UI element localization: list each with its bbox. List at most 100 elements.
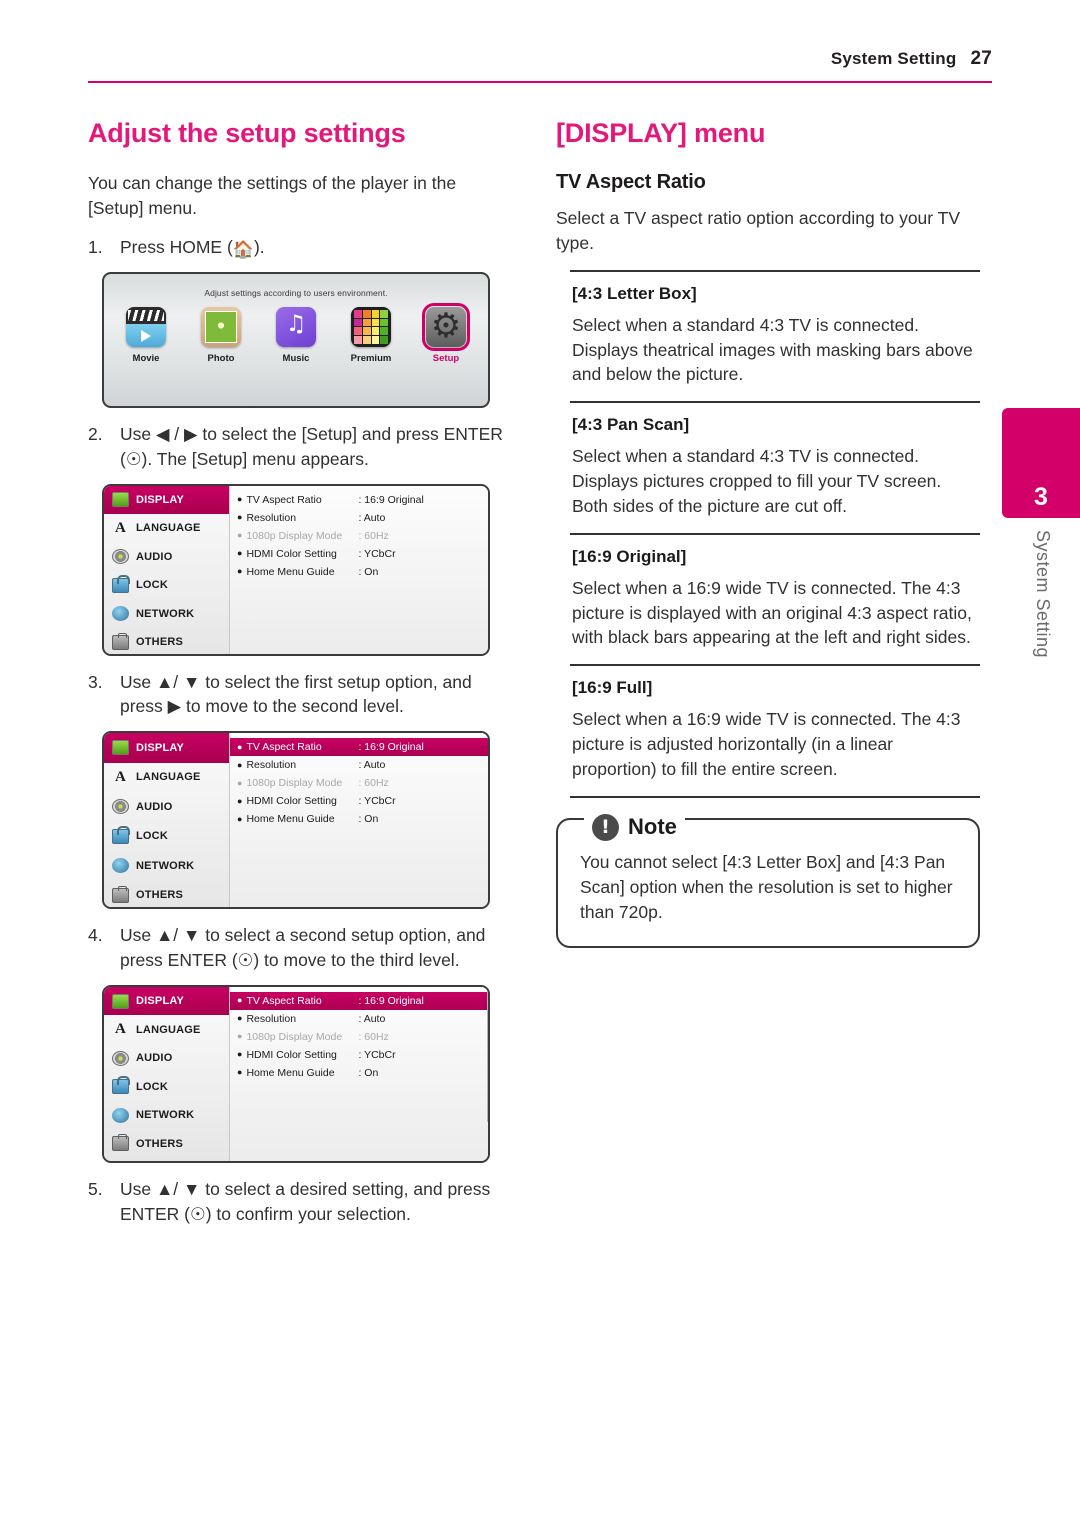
bullet-icon: ●	[237, 1067, 243, 1078]
term-divider	[570, 532, 980, 535]
sidebar-item-audio[interactable]: AUDIO	[104, 543, 229, 572]
option-label: Resolution	[246, 759, 297, 772]
option-row-hdmi-color-setting[interactable]: ● HDMI Color Setting : YCbCr	[230, 545, 488, 563]
network-icon	[112, 858, 129, 874]
sidebar-item-network-label: NETWORK	[136, 607, 195, 620]
display-icon	[112, 492, 129, 508]
sidebar-item-display[interactable]: DISPLAY	[104, 733, 229, 763]
option-intro-text: Select a TV aspect ratio option accordin…	[556, 208, 961, 253]
option-row-hdmi-color-setting[interactable]: ● HDMI Color Setting : YCbCr	[230, 1046, 488, 1064]
option-row-tv-aspect-ratio[interactable]: ● TV Aspect Ratio : 16:9 Original	[230, 738, 488, 757]
sidebar-item-others-label: OTHERS	[136, 889, 184, 902]
left-intro-text: You can change the settings of the playe…	[88, 173, 457, 218]
term-4-3-pan-scan-body: Select when a standard 4:3 TV is connect…	[572, 446, 942, 516]
option-value: : On	[358, 1066, 379, 1079]
step-5: 5. Use ▲/ ▼ to select a desired setting,…	[88, 1177, 508, 1227]
option-value: : 16:9 Original	[358, 741, 424, 754]
bullet-icon: ●	[237, 530, 243, 540]
option-label: TV Aspect Ratio	[246, 994, 322, 1007]
option-value: : 60Hz	[358, 1030, 389, 1043]
setup-menu-screenshot-level3: DISPLAY A LANGUAGE AUDIO LOCK NETWORK OT…	[102, 984, 490, 1163]
home-item-setup[interactable]: Setup	[418, 302, 474, 364]
sidebar-item-network-label: NETWORK	[136, 859, 195, 872]
option-row-resolution[interactable]: ● Resolution : Auto	[230, 756, 488, 774]
bullet-icon: ●	[237, 548, 243, 558]
option-value: : 16:9 Original	[358, 493, 424, 506]
option-value: : 16:9 Original	[358, 994, 424, 1007]
sidebar-item-network[interactable]: NETWORK	[104, 851, 229, 881]
setup-menu-screenshot-level1: DISPLAY A LANGUAGE AUDIO LOCK NETWORK OT…	[102, 483, 490, 656]
step-2: 2. Use ◀ / ▶ to select the [Setup] and p…	[88, 422, 508, 472]
chapter-label: System Setting	[1033, 530, 1053, 659]
sidebar-item-display[interactable]: DISPLAY	[104, 485, 229, 514]
option-row-tv-aspect-ratio[interactable]: ● TV Aspect Ratio : 16:9 Original	[230, 491, 488, 509]
language-icon: A	[114, 519, 127, 536]
step-4: 4. Use ▲/ ▼ to select a second setup opt…	[88, 923, 508, 973]
term-16-9-full: [16:9 Full]	[572, 678, 653, 698]
home-item-movie[interactable]: Movie	[118, 306, 174, 364]
home-item-music[interactable]: Music	[268, 306, 324, 364]
language-icon: A	[114, 768, 127, 785]
option-value: : YCbCr	[358, 547, 396, 560]
sidebar-item-audio[interactable]: AUDIO	[104, 792, 229, 822]
home-button-icon: 🏠	[232, 239, 254, 260]
sidebar-item-language-label: LANGUAGE	[136, 771, 201, 784]
sidebar-item-lock-label: LOCK	[136, 1080, 168, 1093]
step-2-text: Use ◀ / ▶ to select the [Setup] and pres…	[120, 423, 503, 469]
header-running-title: System Setting 27	[88, 48, 992, 70]
sidebar-item-others[interactable]: OTHERS	[104, 1129, 229, 1158]
sidebar-item-others[interactable]: OTHERS	[104, 881, 229, 908]
option-row-tv-aspect-ratio[interactable]: ● TV Aspect Ratio : 16:9 Original	[230, 991, 488, 1010]
sidebar-item-display[interactable]: DISPLAY	[104, 986, 229, 1016]
lock-icon	[112, 825, 130, 844]
option-row-home-menu-guide[interactable]: ● Home Menu Guide : On	[230, 810, 488, 828]
sidebar-item-network-label: NETWORK	[136, 1109, 195, 1122]
sidebar-item-audio-label: AUDIO	[136, 800, 173, 813]
term-16-9-full-body: Select when a 16:9 wide TV is connected.…	[572, 709, 961, 779]
option-label: Home Menu Guide	[246, 1066, 335, 1079]
left-column: Adjust the setup settings You can change…	[88, 118, 508, 1239]
home-item-photo-label: Photo	[207, 352, 235, 364]
option-value: : YCbCr	[358, 1048, 396, 1061]
sidebar-item-language-label: LANGUAGE	[136, 1023, 201, 1036]
option-label: Home Menu Guide	[246, 813, 335, 826]
home-item-photo[interactable]: Photo	[193, 306, 249, 364]
option-label: Home Menu Guide	[246, 565, 335, 578]
home-item-premium[interactable]: Premium	[343, 306, 399, 364]
step-1-text: Press HOME (🏠).	[120, 235, 508, 260]
movie-icon	[126, 306, 166, 347]
sidebar-item-language[interactable]: A LANGUAGE	[104, 514, 229, 543]
option-row-home-menu-guide[interactable]: ● Home Menu Guide : On	[230, 1064, 488, 1082]
others-icon	[112, 1134, 129, 1152]
page-title: TV Aspect Ratio	[556, 171, 706, 193]
term-4-3-letter-box-body: Select when a standard 4:3 TV is connect…	[572, 314, 973, 385]
sidebar-item-lock[interactable]: LOCK	[104, 571, 229, 600]
tv-aspect-ratio-dropdown[interactable]: 4:3 Letter Box 4:3 Pan Scan ✓ 16:9 Origi…	[487, 986, 488, 1122]
option-row-home-menu-guide[interactable]: ● Home Menu Guide : On	[230, 563, 488, 581]
option-row-hdmi-color-setting[interactable]: ● HDMI Color Setting : YCbCr	[230, 792, 488, 810]
sidebar-item-others[interactable]: OTHERS	[104, 628, 229, 654]
sidebar-item-network[interactable]: NETWORK	[104, 600, 229, 629]
sidebar-item-lock[interactable]: LOCK	[104, 822, 229, 852]
display-icon	[112, 993, 129, 1009]
sidebar-item-lock[interactable]: LOCK	[104, 1072, 229, 1101]
option-row-resolution[interactable]: ● Resolution : Auto	[230, 1010, 488, 1028]
network-icon	[112, 606, 129, 622]
home-item-music-label: Music	[282, 352, 310, 364]
sidebar-item-audio[interactable]: AUDIO	[104, 1044, 229, 1073]
setup-option-list: ● TV Aspect Ratio : 16:9 Original ● Reso…	[230, 485, 488, 654]
setup-option-list: ● TV Aspect Ratio : 16:9 Original ● Reso…	[230, 986, 488, 1161]
sidebar-item-language[interactable]: A LANGUAGE	[104, 763, 229, 793]
term-4-3-pan-scan: [4:3 Pan Scan]	[572, 415, 690, 435]
setup-gear-icon	[422, 302, 470, 351]
setup-menu-screenshot-level2: DISPLAY A LANGUAGE AUDIO LOCK NETWORK OT…	[102, 731, 490, 910]
setup-sidebar: DISPLAY A LANGUAGE AUDIO LOCK NETWORK OT…	[104, 485, 230, 654]
sidebar-item-language[interactable]: A LANGUAGE	[104, 1015, 229, 1044]
bullet-icon: ●	[237, 1013, 243, 1024]
audio-icon	[112, 1050, 129, 1066]
option-value: : Auto	[358, 511, 386, 524]
home-item-movie-label: Movie	[132, 352, 160, 364]
setup-sidebar: DISPLAY A LANGUAGE AUDIO LOCK NETWORK OT…	[104, 986, 230, 1161]
sidebar-item-network[interactable]: NETWORK	[104, 1101, 229, 1130]
option-row-resolution[interactable]: ● Resolution : Auto	[230, 509, 488, 527]
